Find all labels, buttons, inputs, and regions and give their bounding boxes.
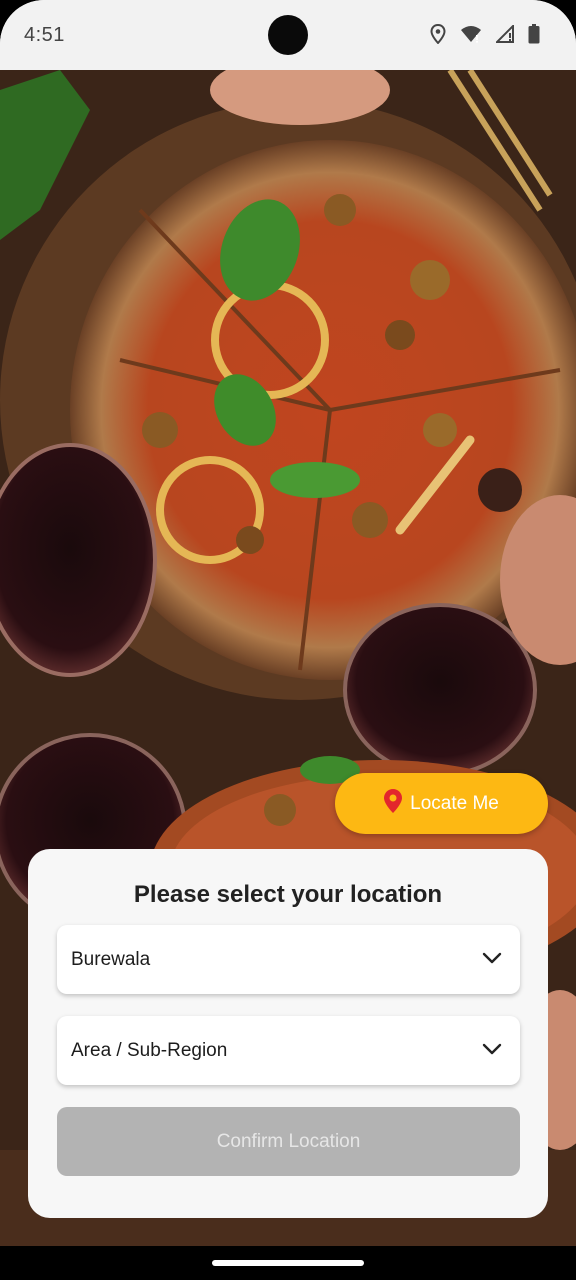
- city-select[interactable]: Burewala: [57, 925, 520, 994]
- sheet-title: Please select your location: [133, 881, 443, 908]
- status-bar: 4:51: [0, 0, 576, 70]
- area-select[interactable]: Area / Sub-Region: [57, 1016, 520, 1085]
- status-time: 4:51: [24, 24, 65, 46]
- area-select-value: Area / Sub-Region: [71, 1040, 228, 1061]
- wifi-icon: [460, 25, 482, 43]
- locate-me-label: Locate Me: [410, 792, 499, 814]
- location-sheet: Please select your location Burewala Are…: [28, 849, 548, 1218]
- city-select-value: Burewala: [71, 949, 151, 970]
- home-gesture-handle[interactable]: [212, 1260, 364, 1266]
- app-screen: 4:51 Locate Me Please select your locati…: [0, 0, 576, 1280]
- chevron-down-icon: [482, 1042, 502, 1061]
- battery-icon: [528, 24, 540, 44]
- signal-icon: [496, 25, 514, 43]
- chevron-down-icon: [482, 951, 502, 970]
- status-icons: [430, 24, 540, 44]
- locate-me-button[interactable]: Locate Me: [335, 773, 548, 834]
- confirm-location-label: Confirm Location: [216, 1130, 361, 1152]
- front-camera: [268, 15, 308, 55]
- navigation-bar: [0, 1246, 576, 1280]
- confirm-location-button[interactable]: Confirm Location: [57, 1107, 520, 1176]
- map-pin-icon: [384, 789, 403, 818]
- location-icon: [430, 24, 446, 44]
